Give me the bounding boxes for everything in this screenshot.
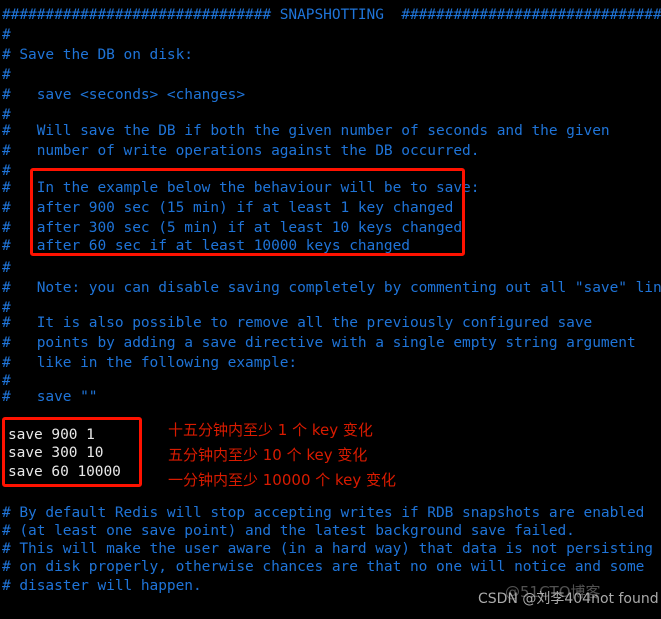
footer-line: # By default Redis will stop accepting w… bbox=[2, 505, 645, 521]
footer-line: # on disk properly, otherwise chances ar… bbox=[2, 559, 645, 575]
save-directive-line: save 900 1 bbox=[8, 427, 95, 443]
terminal-window: ############################### SNAPSHOT… bbox=[0, 0, 661, 619]
config-line-save-300: # after 300 sec (5 min) if at least 10 k… bbox=[2, 220, 463, 236]
annotation-note-60: 一分钟内至少 10000 个 key 变化 bbox=[168, 471, 397, 489]
config-line: # number of write operations against the… bbox=[2, 143, 480, 159]
annotation-note-900: 十五分钟内至少 1 个 key 变化 bbox=[168, 421, 373, 439]
save-directive-line: save 60 10000 bbox=[8, 464, 121, 480]
config-line: # bbox=[2, 27, 11, 43]
config-line: # Save the DB on disk: bbox=[2, 47, 193, 63]
config-line: # bbox=[2, 67, 11, 83]
config-line-save-60: # after 60 sec if at least 10000 keys ch… bbox=[2, 238, 410, 254]
config-line: # save <seconds> <changes> bbox=[2, 87, 246, 103]
footer-line: # (at least one save point) and the late… bbox=[2, 523, 575, 539]
config-line-save-empty: # save "" bbox=[2, 389, 98, 405]
config-line: # points by adding a save directive with… bbox=[2, 335, 636, 351]
watermark-primary: CSDN @刘李404not found bbox=[478, 591, 659, 607]
config-line: # It is also possible to remove all the … bbox=[2, 315, 593, 331]
config-line: # Note: you can disable saving completel… bbox=[2, 280, 661, 296]
config-line: # like in the following example: bbox=[2, 355, 298, 371]
annotation-note-300: 五分钟内至少 10 个 key 变化 bbox=[168, 446, 368, 464]
config-line-save-900: # after 900 sec (15 min) if at least 1 k… bbox=[2, 200, 454, 216]
footer-line: # This will make the user aware (in a ha… bbox=[2, 541, 653, 557]
config-line: # Will save the DB if both the given num… bbox=[2, 123, 610, 139]
config-line-example-intro: # In the example below the behaviour wil… bbox=[2, 180, 480, 196]
config-line: ############################### SNAPSHOT… bbox=[2, 7, 661, 23]
config-line: # bbox=[2, 260, 11, 276]
footer-line: # disaster will happen. bbox=[2, 578, 202, 594]
save-directive-line: save 300 10 bbox=[8, 445, 104, 461]
